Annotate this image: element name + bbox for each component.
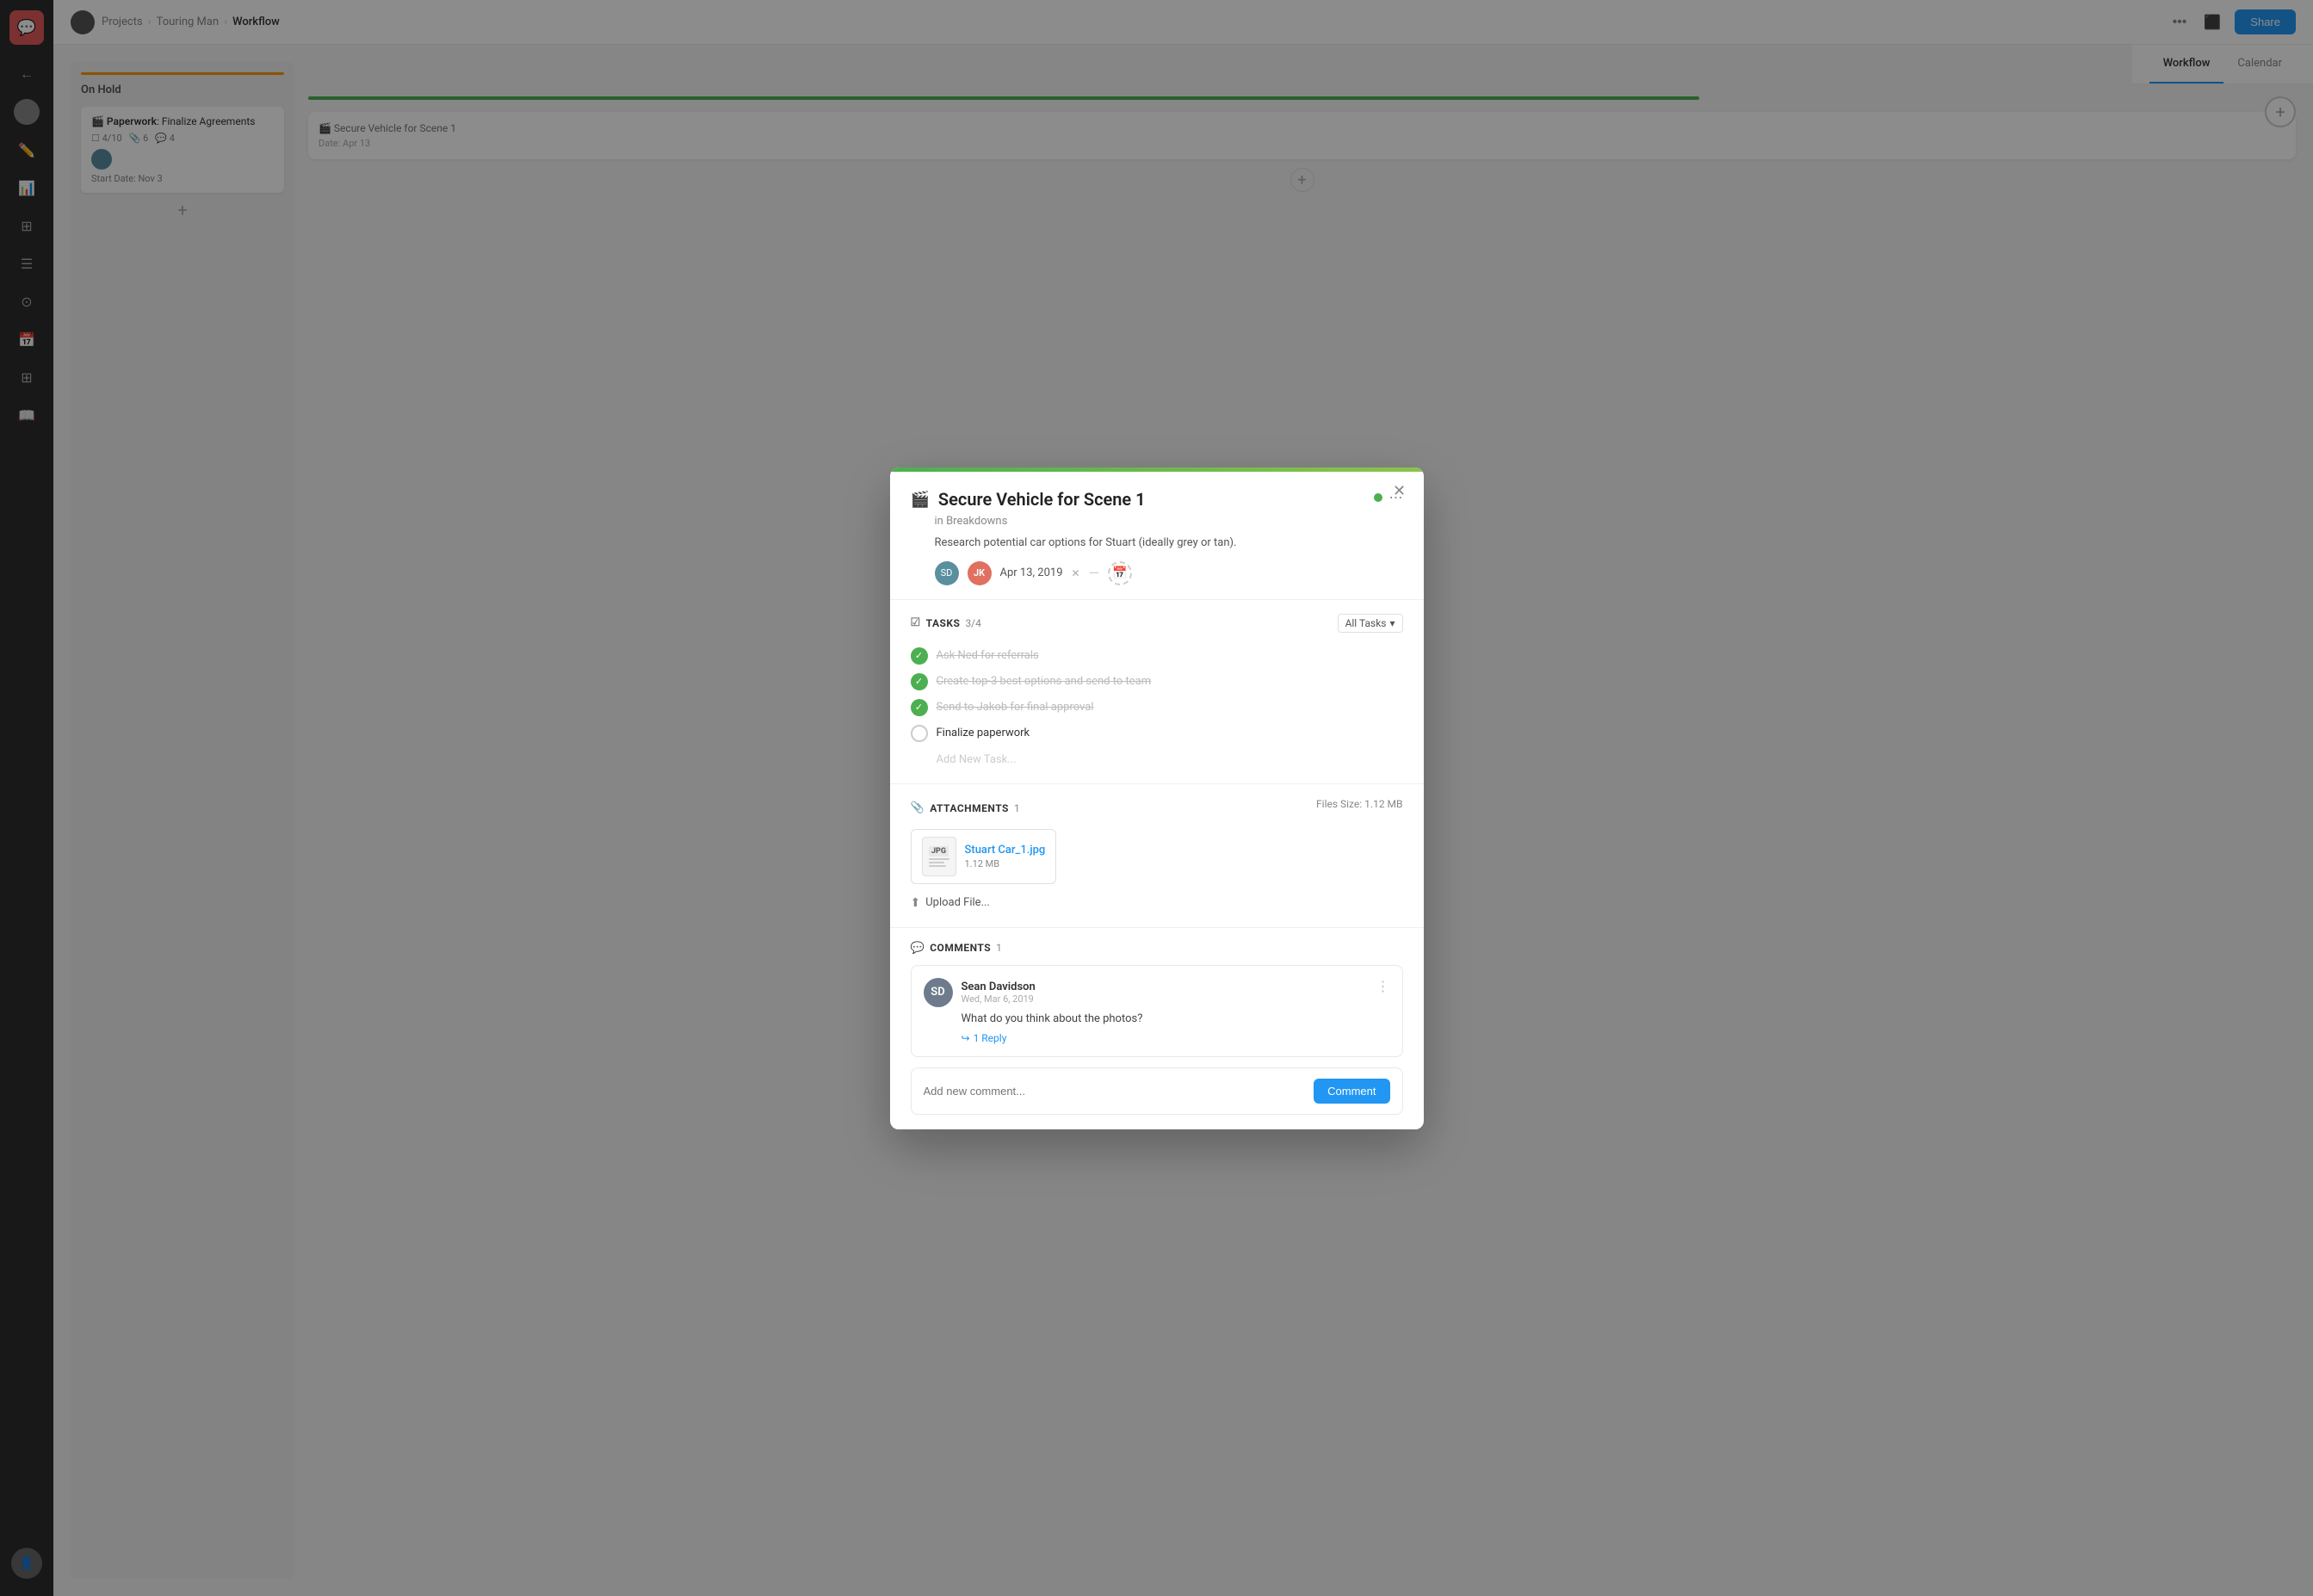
comment-submit-button[interactable]: Comment <box>1314 1079 1389 1104</box>
file-size: 1.12 MB <box>965 858 1046 869</box>
add-task-button[interactable]: Add New Task... <box>911 750 1403 770</box>
comment-header: SD Sean Davidson Wed, Mar 6, 2019 ⋮ <box>924 978 1390 1007</box>
tasks-icon: ☑ <box>911 616 921 629</box>
task-label-3: Send to Jakob for final approval <box>937 701 1094 714</box>
comment-box: SD Sean Davidson Wed, Mar 6, 2019 ⋮ What… <box>911 965 1403 1057</box>
tasks-section: ☑ TASKS 3/4 All Tasks ▾ ✓ Ask Ned for re… <box>890 600 1424 784</box>
attachments-header: 📎 ATTACHMENTS 1 Files Size: 1.12 MB <box>911 798 1403 819</box>
modal-title-icon: 🎬 <box>911 491 930 509</box>
attachments-count: 1 <box>1014 802 1020 814</box>
file-name: Stuart Car_1.jpg <box>965 844 1046 857</box>
task-checkbox-1[interactable]: ✓ <box>911 647 928 665</box>
status-dot <box>1374 493 1382 502</box>
files-size: Files Size: 1.12 MB <box>1316 798 1402 810</box>
comment-reply-button[interactable]: ↪ 1 Reply <box>924 1032 1390 1044</box>
task-checkbox-2[interactable]: ✓ <box>911 673 928 690</box>
new-comment-area: Comment <box>911 1067 1403 1115</box>
comments-section: 💬 COMMENTS 1 SD Sean Davidson Wed, Mar 6… <box>890 928 1424 1129</box>
attachments-title: 📎 ATTACHMENTS 1 <box>911 801 1020 814</box>
commenter-avatar: SD <box>924 978 953 1007</box>
modal-header: 🎬 Secure Vehicle for Scene 1 ⋯ in Breakd… <box>890 472 1424 600</box>
comment-icon: 💬 <box>911 942 925 955</box>
file-thumbnail: JPG <box>922 837 956 876</box>
tasks-count: 3/4 <box>965 617 980 629</box>
app-root: 💬 ← ✏️ 📊 ⊞ ☰ ⊙ 📅 ⊞ 📖 👤 Projects › Tourin… <box>0 0 2313 1596</box>
task-label-1: Ask Ned for referrals <box>937 649 1039 662</box>
start-date: Apr 13, 2019 <box>1000 566 1063 579</box>
task-label-4: Finalize paperwork <box>937 727 1030 739</box>
modal-overlay[interactable]: ✕ 🎬 Secure Vehicle for Scene 1 ⋯ in Brea… <box>0 0 2313 1596</box>
comment-date: Wed, Mar 6, 2019 <box>962 993 1036 1005</box>
assignee-avatar-2: JK <box>968 561 992 585</box>
attachment-icon: 📎 <box>911 801 925 814</box>
comments-header: 💬 COMMENTS 1 <box>911 942 1403 955</box>
modal-subtitle: in Breakdowns <box>935 515 1403 528</box>
attachments-section: 📎 ATTACHMENTS 1 Files Size: 1.12 MB JPG <box>890 784 1424 928</box>
comment-text: What do you think about the photos? <box>924 1012 1390 1025</box>
modal-title-row: 🎬 Secure Vehicle for Scene 1 ⋯ <box>911 489 1403 510</box>
task-item: Finalize paperwork <box>911 721 1403 746</box>
upload-icon: ⬆ <box>911 896 921 910</box>
modal-date-row: SD JK Apr 13, 2019 ✕ — 📅 <box>935 561 1379 585</box>
tasks-section-header: ☑ TASKS 3/4 All Tasks ▾ <box>911 614 1403 633</box>
task-item: ✓ Create top-3 best options and send to … <box>911 669 1403 695</box>
task-modal: ✕ 🎬 Secure Vehicle for Scene 1 ⋯ in Brea… <box>890 467 1424 1129</box>
calendar-icon: 📅 <box>1112 566 1127 580</box>
task-label-2: Create top-3 best options and send to te… <box>937 675 1152 688</box>
comments-title: 💬 COMMENTS 1 <box>911 942 1002 955</box>
date-clear-button[interactable]: ✕ <box>1072 567 1080 579</box>
new-comment-input[interactable] <box>924 1085 1304 1098</box>
modal-description: Research potential car options for Stuar… <box>935 536 1379 549</box>
task-item: ✓ Send to Jakob for final approval <box>911 695 1403 721</box>
task-checkbox-3[interactable]: ✓ <box>911 699 928 716</box>
file-type-label: JPG <box>929 846 949 857</box>
task-item: ✓ Ask Ned for referrals <box>911 643 1403 669</box>
upload-file-button[interactable]: ⬆ Upload File... <box>911 893 1403 913</box>
attachment-file[interactable]: JPG Stuart Car_1.jpg 1.12 MB <box>911 829 1057 884</box>
modal-title: Secure Vehicle for Scene 1 <box>938 489 1365 510</box>
comments-count: 1 <box>996 942 1002 954</box>
comment-user-info: SD Sean Davidson Wed, Mar 6, 2019 <box>924 978 1036 1007</box>
end-date-picker[interactable]: 📅 <box>1108 561 1132 585</box>
file-info: Stuart Car_1.jpg 1.12 MB <box>965 844 1046 869</box>
task-checkbox-4[interactable] <box>911 725 928 742</box>
tasks-section-title: ☑ TASKS 3/4 <box>911 616 981 629</box>
comment-more-button[interactable]: ⋮ <box>1376 978 1390 995</box>
commenter-name: Sean Davidson <box>962 980 1036 993</box>
tasks-filter-dropdown[interactable]: All Tasks ▾ <box>1338 614 1403 633</box>
assignee-avatar-1: SD <box>935 561 959 585</box>
modal-close-button[interactable]: ✕ <box>1388 479 1412 504</box>
file-preview-lines <box>929 858 949 867</box>
